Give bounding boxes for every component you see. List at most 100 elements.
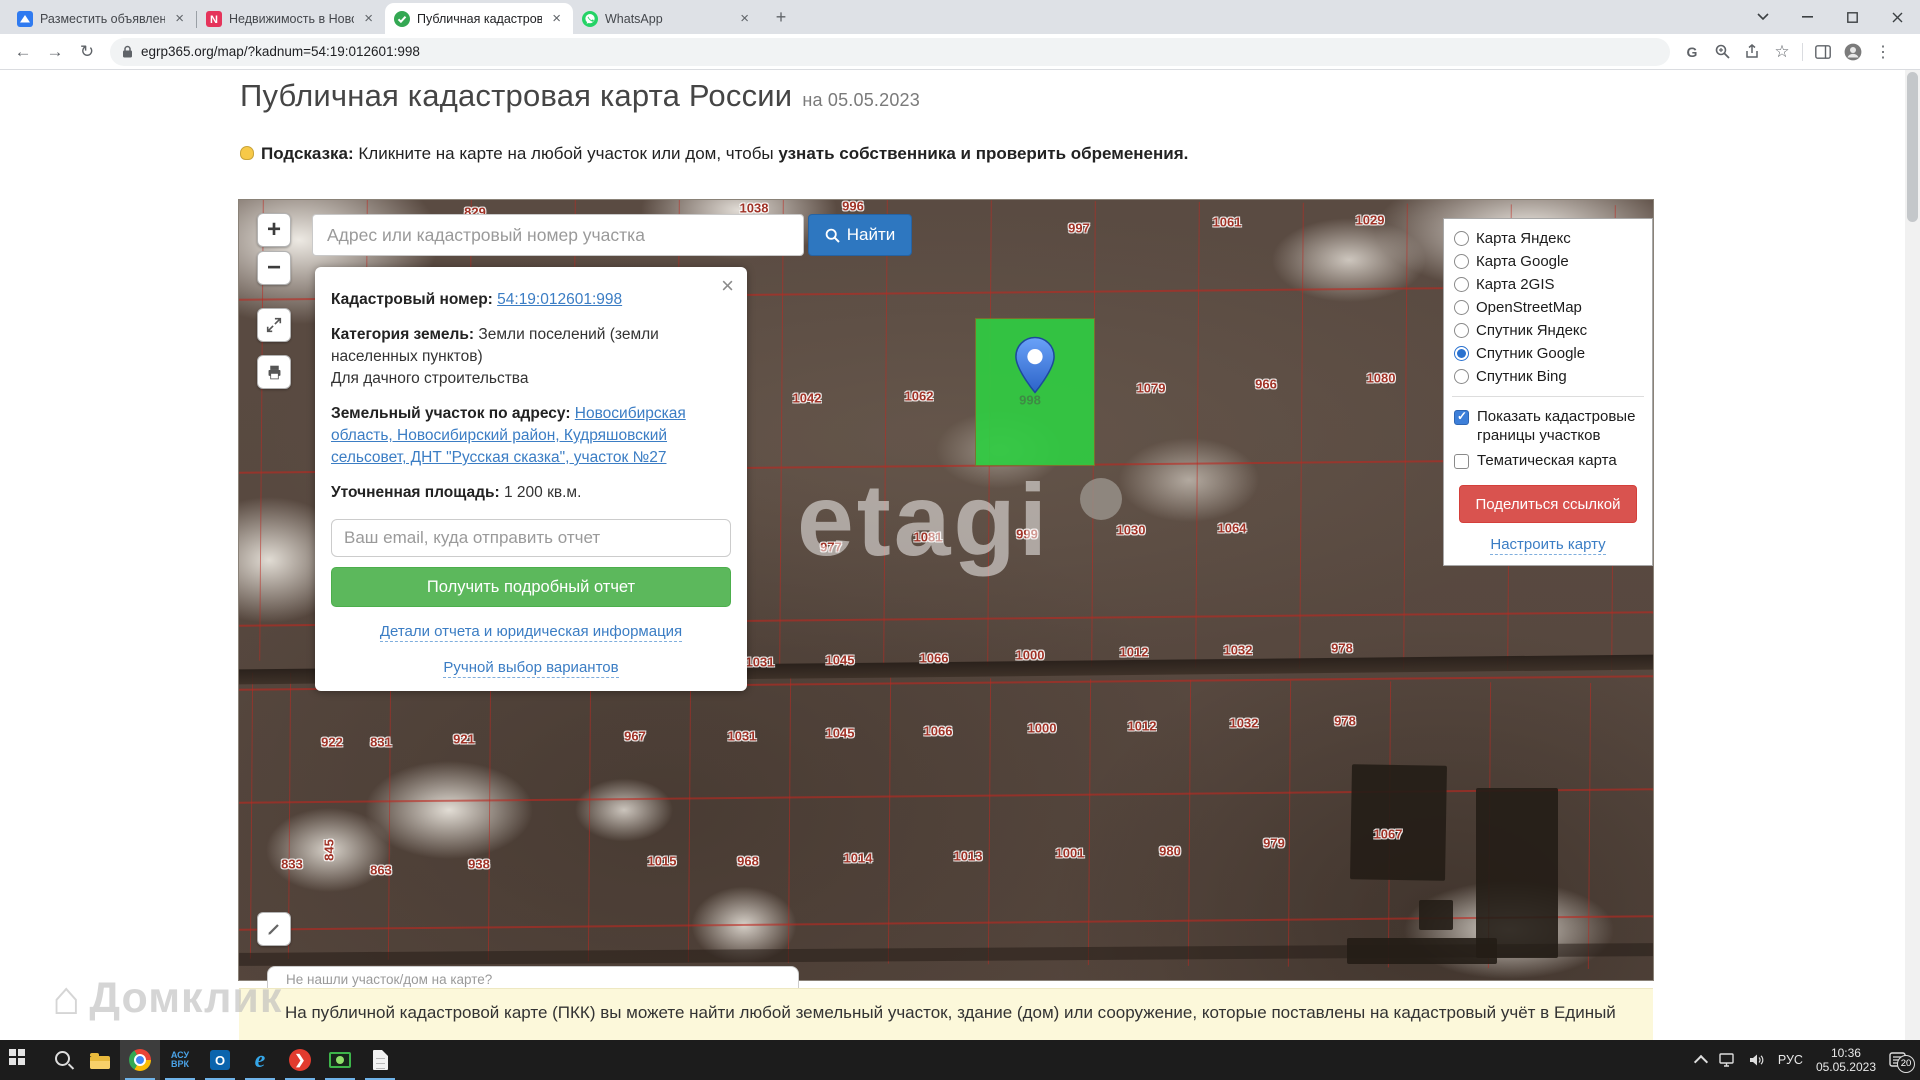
report-details-link[interactable]: Детали отчета и юридическая информация [380, 623, 682, 642]
email-input[interactable] [331, 519, 731, 557]
zoom-in-button[interactable]: + [257, 213, 291, 247]
parcel-label-979[interactable]: 979 [1263, 836, 1285, 851]
translate-icon[interactable]: G [1678, 38, 1706, 66]
checkbox-thematic-map[interactable]: Тематическая карта [1444, 449, 1652, 474]
parcel-label-1062[interactable]: 1062 [905, 389, 934, 404]
parcel-label-1032[interactable]: 1032 [1230, 716, 1259, 731]
parcel-label-1015[interactable]: 1015 [648, 854, 677, 869]
parcel-label-966[interactable]: 966 [1255, 377, 1277, 392]
parcel-label-1067[interactable]: 1067 [1374, 827, 1403, 842]
scrollbar-thumb[interactable] [1907, 72, 1918, 222]
layer-option-3[interactable]: Карта 2GIS [1444, 273, 1652, 296]
tab-close-icon[interactable]: × [549, 10, 564, 27]
parcel-label-845[interactable]: 845 [322, 839, 337, 861]
notification-center[interactable]: 20 [1889, 1052, 1908, 1069]
zoom-icon[interactable] [1708, 38, 1736, 66]
side-panel-icon[interactable] [1809, 38, 1837, 66]
map-marker-pin-icon[interactable] [1012, 336, 1058, 394]
minimize-button[interactable] [1785, 0, 1830, 34]
parcel-label-997[interactable]: 997 [1068, 221, 1090, 236]
back-button[interactable]: ← [8, 37, 38, 67]
draw-pencil-button[interactable] [257, 912, 291, 946]
print-button[interactable] [257, 355, 291, 389]
parcel-label-1066[interactable]: 1066 [924, 724, 953, 739]
parcel-label-833[interactable]: 833 [281, 857, 303, 872]
chrome-taskbar-button[interactable] [120, 1040, 160, 1080]
parcel-label-1032[interactable]: 1032 [1224, 643, 1253, 658]
tab-close-icon[interactable]: × [172, 10, 187, 27]
file-explorer-button[interactable] [80, 1040, 120, 1080]
parcel-label-922[interactable]: 922 [321, 735, 343, 750]
parcel-label-1031[interactable]: 1031 [728, 729, 757, 744]
parcel-label-1000[interactable]: 1000 [1016, 648, 1045, 663]
network-icon[interactable] [1719, 1053, 1736, 1067]
asu-vrk-button[interactable]: АСУВРК [160, 1040, 200, 1080]
parcel-label-938[interactable]: 938 [468, 857, 490, 872]
red-app-button[interactable]: ❯ [280, 1040, 320, 1080]
layer-option-5[interactable]: Спутник Яндекс [1444, 319, 1652, 342]
parcel-label-1064[interactable]: 1064 [1218, 521, 1247, 536]
popup-close-icon[interactable]: × [721, 275, 734, 297]
parcel-label-1066[interactable]: 1066 [920, 651, 949, 666]
layer-option-1[interactable]: Карта Яндекс [1444, 227, 1652, 250]
menu-icon[interactable]: ⋮ [1869, 38, 1897, 66]
maximize-button[interactable] [1830, 0, 1875, 34]
document-app-button[interactable] [360, 1040, 400, 1080]
checkbox-cadastral-borders[interactable]: Показать кадастровые границы участков [1444, 405, 1652, 449]
outlook-button[interactable]: O [200, 1040, 240, 1080]
language-indicator[interactable]: РУС [1778, 1053, 1803, 1067]
map-search-button[interactable]: Найти [808, 214, 912, 256]
parcel-label-1012[interactable]: 1012 [1128, 719, 1157, 734]
layer-option-4[interactable]: OpenStreetMap [1444, 296, 1652, 319]
parcel-label-1029[interactable]: 1029 [1356, 213, 1385, 228]
parcel-label-1030[interactable]: 1030 [1117, 523, 1146, 538]
get-report-button[interactable]: Получить подробный отчет [331, 567, 731, 607]
parcel-label-1042[interactable]: 1042 [793, 391, 822, 406]
parcel-label-1000[interactable]: 1000 [1028, 721, 1057, 736]
start-button[interactable] [0, 1040, 40, 1080]
close-button[interactable] [1875, 0, 1920, 34]
tab-search-chevron-icon[interactable] [1740, 0, 1785, 34]
tab-close-icon[interactable]: × [737, 10, 752, 27]
tray-expand-chevron-icon[interactable] [1694, 1055, 1708, 1069]
zoom-out-button[interactable]: − [257, 251, 291, 285]
parcel-label-996[interactable]: 996 [842, 200, 864, 214]
parcel-label-968[interactable]: 968 [737, 854, 759, 869]
taskbar-clock[interactable]: 10:3605.05.2023 [1816, 1046, 1876, 1074]
address-bar[interactable]: egrp365.org/map/?kadnum=54:19:012601:998 [110, 38, 1670, 66]
page-scrollbar[interactable] [1905, 70, 1920, 1040]
share-icon[interactable] [1738, 38, 1766, 66]
bookmark-star-icon[interactable]: ☆ [1768, 38, 1796, 66]
parcel-label-1031[interactable]: 1031 [746, 655, 775, 670]
tab-post-ad[interactable]: Разместить объявление о прод × [8, 3, 196, 34]
parcel-label-967[interactable]: 967 [624, 729, 646, 744]
volume-icon[interactable] [1749, 1053, 1765, 1067]
map-search-input[interactable] [312, 214, 804, 256]
profile-avatar-icon[interactable] [1839, 38, 1867, 66]
parcel-label-978[interactable]: 978 [1331, 641, 1353, 656]
parcel-label-1014[interactable]: 1014 [844, 851, 873, 866]
layer-option-6[interactable]: Спутник Google [1444, 342, 1652, 365]
green-monitor-app-button[interactable] [320, 1040, 360, 1080]
parcel-label-863[interactable]: 863 [370, 863, 392, 878]
cadastral-map[interactable]: 998 829103899699710611029104210621079966… [239, 200, 1653, 980]
parcel-label-1013[interactable]: 1013 [954, 849, 983, 864]
fullscreen-button[interactable] [257, 308, 291, 342]
tab-close-icon[interactable]: × [361, 10, 376, 27]
parcel-label-978[interactable]: 978 [1334, 714, 1356, 729]
share-link-button[interactable]: Поделиться ссылкой [1459, 485, 1637, 523]
configure-map-link[interactable]: Настроить карту [1490, 536, 1605, 555]
parcel-label-1045[interactable]: 1045 [826, 653, 855, 668]
kad-number-link[interactable]: 54:19:012601:998 [497, 291, 622, 308]
parcel-label-921[interactable]: 921 [453, 732, 475, 747]
internet-explorer-button[interactable]: e [240, 1040, 280, 1080]
layer-option-2[interactable]: Карта Google [1444, 250, 1652, 273]
reload-button[interactable]: ↻ [72, 37, 102, 67]
parcel-label-831[interactable]: 831 [370, 735, 392, 750]
parcel-label-1061[interactable]: 1061 [1213, 215, 1242, 230]
tab-whatsapp[interactable]: WhatsApp × [573, 3, 761, 34]
forward-button[interactable]: → [40, 37, 70, 67]
layer-option-7[interactable]: Спутник Bing [1444, 365, 1652, 388]
parcel-label-1012[interactable]: 1012 [1120, 645, 1149, 660]
tab-cadastral-map-active[interactable]: Публичная кадастровая карта - × [385, 3, 573, 34]
